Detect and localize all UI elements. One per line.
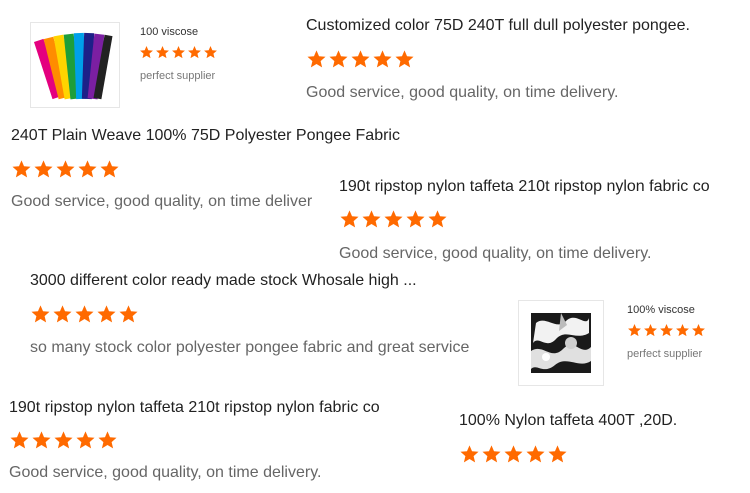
star-icon [31, 305, 50, 323]
star-rating [459, 444, 568, 465]
star-icon [482, 445, 501, 463]
star-icon [384, 210, 403, 228]
star-icon [307, 50, 326, 68]
star-icon [628, 323, 641, 337]
product-name: 100 viscose [140, 26, 199, 38]
star-icon [340, 210, 359, 228]
printed-fabric-image[interactable] [518, 300, 604, 386]
reviewer-tag: perfect supplier [627, 348, 703, 360]
star-icon [548, 445, 567, 463]
review-card: 100% viscose perfect supplier [518, 300, 750, 390]
review-comment: Good service, good quality, on time deli… [306, 84, 619, 101]
star-icon [98, 431, 117, 449]
star-icon [75, 305, 94, 323]
review-product-title[interactable]: 190t ripstop nylon taffeta 210t ripstop … [339, 177, 750, 197]
review-card: 190t ripstop nylon taffeta 210t ripstop … [9, 398, 424, 488]
star-icon [692, 323, 705, 337]
star-icon [53, 305, 72, 323]
star-icon [526, 445, 545, 463]
review-comment: Good service, good quality, on time deli… [339, 245, 652, 262]
star-icon [56, 160, 75, 178]
product-name: 100% viscose [627, 304, 695, 316]
star-rating [9, 430, 118, 451]
star-rating [139, 45, 218, 60]
star-icon [504, 445, 523, 463]
star-rating [627, 323, 706, 338]
star-icon [406, 210, 425, 228]
star-icon [12, 160, 31, 178]
review-card: 190t ripstop nylon taffeta 210t ripstop … [339, 177, 750, 267]
star-icon [172, 45, 185, 59]
star-icon [32, 431, 51, 449]
fabric-swatch-image[interactable] [30, 22, 120, 108]
star-icon [329, 50, 348, 68]
star-icon [119, 305, 138, 323]
star-icon [676, 323, 689, 337]
star-icon [10, 431, 29, 449]
review-card: 240T Plain Weave 100% 75D Polyester Pong… [11, 126, 400, 216]
review-product-title[interactable]: Customized color 75D 240T full dull poly… [306, 16, 736, 36]
review-comment: so many stock color polyester pongee fab… [30, 339, 470, 356]
review-product-title[interactable]: 190t ripstop nylon taffeta 210t ripstop … [9, 398, 421, 418]
star-rating [11, 159, 120, 180]
star-icon [351, 50, 370, 68]
star-icon [362, 210, 381, 228]
star-rating [306, 49, 415, 70]
star-icon [54, 431, 73, 449]
star-rating [339, 209, 448, 230]
star-icon [78, 160, 97, 178]
star-icon [373, 50, 392, 68]
reviewer-tag: perfect supplier [140, 70, 216, 82]
star-icon [76, 431, 95, 449]
star-icon [188, 45, 201, 59]
star-icon [460, 445, 479, 463]
review-comment: Good service, good quality, on time deli… [11, 193, 313, 210]
star-icon [156, 45, 169, 59]
review-card: 100 viscose perfect supplier [30, 22, 250, 112]
review-product-title[interactable]: 240T Plain Weave 100% 75D Polyester Pong… [11, 126, 431, 146]
star-icon [395, 50, 414, 68]
star-icon [204, 45, 217, 59]
review-card: 3000 different color ready made stock Wh… [30, 271, 500, 361]
star-icon [660, 323, 673, 337]
star-icon [428, 210, 447, 228]
star-icon [97, 305, 116, 323]
review-product-title[interactable]: 100% Nylon taffeta 400T ,20D. [459, 411, 693, 431]
star-icon [644, 323, 657, 337]
review-product-title[interactable]: 3000 different color ready made stock Wh… [30, 271, 470, 291]
star-icon [100, 160, 119, 178]
review-card: Customized color 75D 240T full dull poly… [306, 16, 750, 106]
star-icon [140, 45, 153, 59]
star-icon [34, 160, 53, 178]
review-card: 100% Nylon taffeta 400T ,20D. [459, 411, 699, 491]
star-rating [30, 304, 139, 325]
review-comment: Good service, good quality, on time deli… [9, 464, 322, 481]
